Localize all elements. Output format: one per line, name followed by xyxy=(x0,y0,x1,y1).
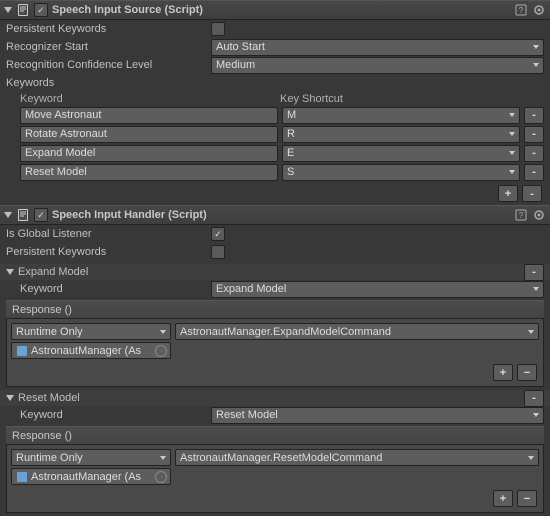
response-body: Runtime Only AstronautManager.ResetModel… xyxy=(6,445,544,513)
label: Is Global Listener xyxy=(6,228,211,240)
shortcut-dropdown[interactable]: R xyxy=(282,126,520,143)
section-title: Expand Model xyxy=(18,266,88,278)
remove-button[interactable]: − xyxy=(517,364,537,381)
remove-button[interactable]: - xyxy=(524,164,544,181)
keyword-field[interactable]: Rotate Astronaut xyxy=(20,126,278,143)
keyword-row: Rotate Astronaut R - xyxy=(6,125,544,143)
callstate-dropdown[interactable]: Runtime Only xyxy=(11,323,171,340)
component-title: Speech Input Source (Script) xyxy=(52,4,510,16)
event-row: Runtime Only AstronautManager.ResetModel… xyxy=(11,449,539,466)
remove-button[interactable]: - xyxy=(524,126,544,143)
row-confidence: Recognition Confidence Level Medium xyxy=(0,56,550,74)
label: Persistent Keywords xyxy=(6,23,211,35)
script-icon xyxy=(16,208,30,222)
component-enable-checkbox[interactable] xyxy=(34,3,48,17)
remove-button[interactable]: - xyxy=(524,390,544,407)
foldout-icon[interactable] xyxy=(4,212,12,218)
keywords-list: Move Astronaut M - Rotate Astronaut R - … xyxy=(0,106,550,181)
add-button[interactable]: + xyxy=(493,490,513,507)
keyword-dropdown[interactable]: Expand Model xyxy=(211,281,544,298)
script-icon xyxy=(16,3,30,17)
label: Keyword xyxy=(6,283,211,295)
add-button[interactable]: + xyxy=(498,185,518,202)
keyword-row: Expand Model E - xyxy=(6,144,544,162)
remove-button[interactable]: - xyxy=(524,107,544,124)
foldout-icon xyxy=(6,395,14,401)
keyword-dropdown[interactable]: Reset Model xyxy=(211,407,544,424)
gameobject-icon xyxy=(16,471,28,483)
response-footer: + − xyxy=(11,487,539,508)
label: Persistent Keywords xyxy=(6,246,211,258)
event-row: AstronautManager (As xyxy=(11,342,539,359)
row-keyword: Keyword Reset Model xyxy=(0,406,550,424)
component-header-handler[interactable]: Speech Input Handler (Script) ? xyxy=(0,205,550,225)
persistent-keywords-checkbox[interactable] xyxy=(211,22,225,36)
target-object-field[interactable]: AstronautManager (As xyxy=(11,342,171,359)
foldout-icon[interactable] xyxy=(4,7,12,13)
help-icon[interactable]: ? xyxy=(514,208,528,222)
keywords-footer: + - xyxy=(0,182,550,205)
foldout-icon xyxy=(6,269,14,275)
response-body: Runtime Only AstronautManager.ExpandMode… xyxy=(6,319,544,387)
col-shortcut: Key Shortcut xyxy=(280,93,343,105)
row-global-listener: Is Global Listener xyxy=(0,225,550,243)
component-header-source[interactable]: Speech Input Source (Script) ? xyxy=(0,0,550,20)
add-button[interactable]: + xyxy=(493,364,513,381)
shortcut-dropdown[interactable]: M xyxy=(282,107,520,124)
component-enable-checkbox[interactable] xyxy=(34,208,48,222)
label: Keywords xyxy=(6,77,211,89)
section-header[interactable]: Reset Model - xyxy=(0,390,550,406)
event-row: Runtime Only AstronautManager.ExpandMode… xyxy=(11,323,539,340)
method-dropdown[interactable]: AstronautManager.ExpandModelCommand xyxy=(175,323,539,340)
keyword-row: Move Astronaut M - xyxy=(6,106,544,124)
component-title: Speech Input Handler (Script) xyxy=(52,209,510,221)
remove-button[interactable]: - xyxy=(522,185,542,202)
label: Recognition Confidence Level xyxy=(6,59,211,71)
col-keyword: Keyword xyxy=(20,93,280,105)
svg-text:?: ? xyxy=(519,6,524,15)
row-persistent-keywords: Persistent Keywords xyxy=(0,20,550,38)
row-recognizer-start: Recognizer Start Auto Start xyxy=(0,38,550,56)
remove-button[interactable]: - xyxy=(524,264,544,281)
persistent-keywords-checkbox[interactable] xyxy=(211,245,225,259)
callstate-dropdown[interactable]: Runtime Only xyxy=(11,449,171,466)
section-header[interactable]: Expand Model - xyxy=(0,264,550,280)
event-row: AstronautManager (As xyxy=(11,468,539,485)
keywords-list-header: Keyword Key Shortcut xyxy=(0,92,550,106)
keyword-field[interactable]: Expand Model xyxy=(20,145,278,162)
response-header: Response () xyxy=(6,300,544,319)
help-icon[interactable]: ? xyxy=(514,3,528,17)
response-header: Response () xyxy=(6,426,544,445)
keyword-row: Reset Model S - xyxy=(6,163,544,181)
handler-section: Reset Model - Keyword Reset Model Respon… xyxy=(0,390,550,513)
remove-button[interactable]: - xyxy=(524,145,544,162)
label: Keyword xyxy=(6,409,211,421)
response-footer: + − xyxy=(11,361,539,382)
shortcut-dropdown[interactable]: S xyxy=(282,164,520,181)
handler-section: Expand Model - Keyword Expand Model Resp… xyxy=(0,264,550,387)
confidence-dropdown[interactable]: Medium xyxy=(211,57,544,74)
label: Recognizer Start xyxy=(6,41,211,53)
target-object-field[interactable]: AstronautManager (As xyxy=(11,468,171,485)
method-dropdown[interactable]: AstronautManager.ResetModelCommand xyxy=(175,449,539,466)
row-keywords-label: Keywords xyxy=(0,74,550,92)
keyword-field[interactable]: Reset Model xyxy=(20,164,278,181)
gear-icon[interactable] xyxy=(532,3,546,17)
recognizer-start-dropdown[interactable]: Auto Start xyxy=(211,39,544,56)
row-persistent-keywords: Persistent Keywords xyxy=(0,243,550,261)
section-title: Reset Model xyxy=(18,392,80,404)
remove-button[interactable]: − xyxy=(517,490,537,507)
keyword-field[interactable]: Move Astronaut xyxy=(20,107,278,124)
svg-text:?: ? xyxy=(519,211,524,220)
shortcut-dropdown[interactable]: E xyxy=(282,145,520,162)
gameobject-icon xyxy=(16,345,28,357)
row-keyword: Keyword Expand Model xyxy=(0,280,550,298)
global-listener-checkbox[interactable] xyxy=(211,227,225,241)
gear-icon[interactable] xyxy=(532,208,546,222)
